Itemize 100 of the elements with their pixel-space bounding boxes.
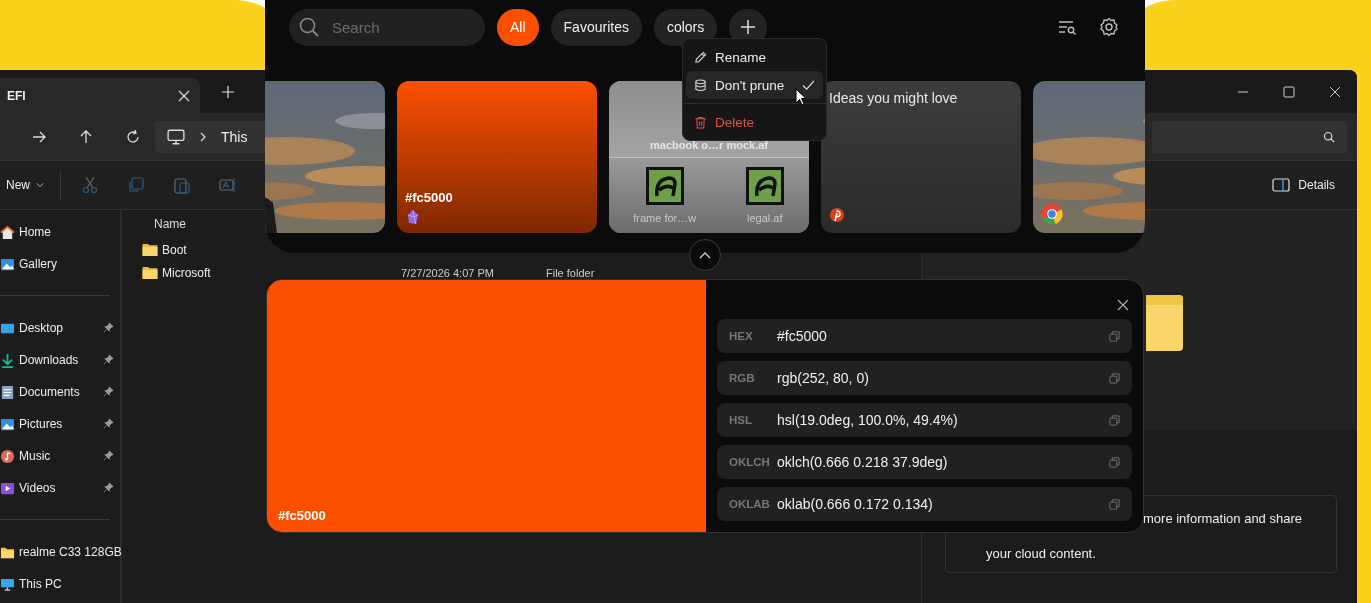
sidebar-item[interactable]: This PC [0, 568, 120, 600]
color-value: rgb(252, 80, 0) [777, 370, 870, 386]
sidebar-item[interactable]: realme C33 128GB [0, 536, 120, 568]
music-note-icon [0, 448, 15, 464]
chevron-up-icon [699, 251, 711, 259]
sidebar-item[interactable]: Videos [0, 472, 120, 504]
sidebar-item[interactable]: Gallery [0, 248, 120, 280]
search-icon [299, 16, 319, 37]
sidebar-item[interactable]: Music [0, 440, 120, 472]
browser-logo-icon [1041, 203, 1063, 225]
clip-card[interactable]: Ideas you might love [821, 81, 1021, 233]
menu-item[interactable]: Don't prune [686, 71, 823, 99]
search-field[interactable] [1152, 120, 1347, 153]
rename-icon[interactable] [219, 176, 237, 194]
pin-icon [103, 450, 114, 461]
file-name[interactable]: Boot [162, 242, 187, 257]
copy-icon[interactable] [1109, 372, 1120, 384]
folder-icon [142, 266, 158, 279]
new-tab-icon[interactable] [222, 85, 234, 98]
clipboard-icon[interactable] [173, 176, 191, 194]
filter-chip[interactable]: colors [653, 8, 718, 46]
pencil-icon [694, 50, 707, 64]
chevron-right-icon [199, 130, 207, 143]
sidebar-item[interactable]: Desktop [0, 312, 120, 344]
up-arrow-icon[interactable] [78, 128, 94, 145]
swatch-label: #fc5000 [278, 508, 326, 523]
window-tab[interactable]: EFI [0, 78, 200, 113]
settings-icon[interactable] [1099, 17, 1119, 37]
document-icon [0, 384, 15, 400]
color-value-row[interactable]: RGB rgb(252, 80, 0) [717, 361, 1132, 395]
color-value-row[interactable]: OKLAB oklab(0.666 0.172 0.134) [717, 487, 1132, 521]
close-icon[interactable] [1117, 299, 1129, 311]
pin-icon [103, 482, 114, 493]
card-title: macbook o…r mock.af [650, 139, 768, 151]
folder-icon [142, 243, 158, 256]
pin-icon [103, 354, 114, 365]
color-value: hsl(19.0deg, 100.0%, 49.4%) [777, 412, 959, 428]
monitor-icon [167, 127, 185, 146]
pin-icon [103, 322, 114, 333]
details-button[interactable]: Details [1268, 174, 1339, 196]
close-icon[interactable] [1329, 85, 1341, 98]
new-button[interactable]: New [0, 174, 50, 196]
format-label: OKLCH [729, 456, 771, 468]
copy-icon[interactable] [1109, 498, 1120, 510]
card-title: #fc5000 [405, 190, 454, 205]
format-label: HEX [729, 330, 754, 342]
file-label: legal.af [747, 212, 783, 224]
color-value: #fc5000 [777, 328, 828, 344]
panel-icon [1272, 178, 1291, 192]
clip-card[interactable]: #fc5000 [397, 81, 597, 233]
picture-icon [0, 416, 15, 432]
search-field[interactable]: Search [289, 8, 485, 46]
color-value: oklab(0.666 0.172 0.134) [777, 496, 934, 512]
copy-icon[interactable] [1109, 414, 1120, 426]
file-icon [744, 166, 785, 206]
filter-chip[interactable]: Favourites [550, 8, 642, 46]
format-label: RGB [729, 372, 756, 384]
picture-icon [0, 256, 15, 272]
info-text: your cloud content. [986, 546, 1096, 561]
search-icon [1323, 130, 1335, 143]
file-name[interactable]: Microsoft [162, 265, 211, 280]
maximize-icon[interactable] [1283, 85, 1295, 98]
database-icon [694, 78, 707, 92]
card-title: Ideas you might love [829, 90, 959, 106]
plus-icon [741, 20, 756, 34]
format-label: OKLAB [729, 498, 771, 510]
pin-logo-icon [829, 207, 845, 223]
copy-icon[interactable] [1109, 456, 1120, 468]
color-value-row[interactable]: OKLCH oklch(0.666 0.218 37.9deg) [717, 445, 1132, 479]
caret-icon [36, 182, 44, 188]
type-cell-text: File folder [546, 266, 596, 279]
color-value-row[interactable]: HSL hsl(19.0deg, 100.0%, 49.4%) [717, 403, 1132, 437]
address-segment[interactable]: This [221, 128, 248, 145]
menu-item[interactable]: Rename [686, 43, 823, 71]
tab-title: EFI [7, 88, 26, 103]
copy-icon[interactable] [1109, 330, 1120, 342]
color-value: oklch(0.666 0.218 37.9deg) [777, 454, 949, 470]
scissors-icon[interactable] [81, 176, 99, 194]
video-icon [0, 480, 15, 496]
refresh-icon[interactable] [125, 128, 141, 145]
pin-icon [103, 418, 114, 429]
pointer-cursor-icon [795, 88, 807, 106]
folder-icon [1146, 295, 1183, 351]
file-icon [644, 166, 685, 206]
crystal-icon [405, 209, 421, 225]
sidebar-item[interactable]: Downloads [0, 344, 120, 376]
date-cell-text: 7/27/2026 4:07 PM [401, 266, 495, 279]
computer-icon [0, 576, 15, 592]
sidebar-item[interactable]: Documents [0, 376, 120, 408]
trash-icon [694, 115, 707, 129]
sidebar-item[interactable]: Home [0, 216, 120, 248]
format-label: HSL [729, 414, 753, 426]
sidebar-item[interactable]: Pictures [0, 408, 120, 440]
file-label: frame for…w [633, 212, 697, 224]
home-icon [0, 224, 15, 240]
color-value-row[interactable]: HEX #fc5000 [717, 319, 1132, 353]
column-header[interactable]: Name [154, 217, 186, 231]
info-text: more information and share [1143, 511, 1302, 526]
pin-icon [103, 386, 114, 397]
download-icon [0, 352, 15, 368]
